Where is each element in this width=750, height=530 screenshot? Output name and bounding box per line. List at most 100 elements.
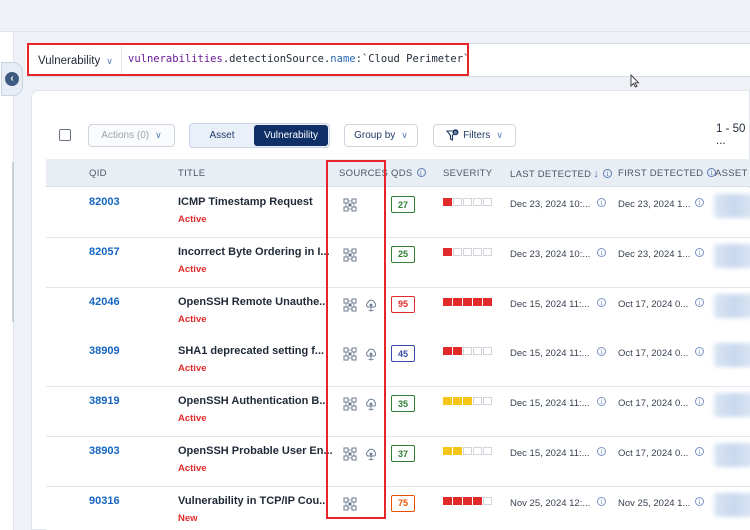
info-icon[interactable]: i (597, 447, 606, 456)
severity-segment (443, 397, 452, 406)
table-row[interactable]: 82003 ICMP Timestamp Request Active 27 Dec 2… (46, 188, 750, 238)
severity-bar (443, 297, 492, 306)
rail-scrollbar[interactable] (12, 162, 14, 322)
vulnerability-title[interactable]: Vulnerability in TCP/IP Cou... (178, 495, 328, 507)
qid-link[interactable]: 38909 (89, 345, 120, 357)
column-header-qds[interactable]: QDS i (391, 168, 426, 179)
info-icon[interactable]: i (695, 297, 704, 307)
table-row[interactable]: 38919 OpenSSH Authentication B... Active 35… (46, 387, 750, 438)
asset-name-redacted[interactable] (714, 393, 750, 418)
asset-name-redacted[interactable] (714, 443, 750, 467)
asset-tab[interactable]: Asset (190, 124, 254, 147)
asset-name-redacted[interactable] (714, 492, 750, 517)
info-icon[interactable]: i (597, 198, 606, 207)
severity-bar (443, 198, 492, 206)
vulnerability-title[interactable]: Incorrect Byte Ordering in I... (178, 246, 330, 258)
collapse-sidebar-button[interactable]: ‹ (1, 62, 23, 96)
qds-score-badge: 27 (391, 196, 415, 213)
status-label: Active (178, 214, 207, 225)
column-header-last-detected[interactable]: LAST DETECTED ↓ i (510, 168, 613, 180)
info-icon[interactable]: i (695, 496, 704, 506)
chevron-down-icon: ∨ (496, 130, 503, 140)
info-icon[interactable]: i (597, 297, 606, 307)
status-label: Active (178, 313, 207, 325)
severity-segment (453, 496, 462, 505)
table-row[interactable]: 38909 SHA1 deprecated setting f... Active 4… (46, 337, 750, 388)
qid-link[interactable]: 38903 (89, 445, 120, 457)
severity-segment (453, 447, 462, 455)
severity-bar (443, 397, 492, 406)
severity-segment (463, 397, 472, 406)
column-header-first-detected[interactable]: FIRST DETECTED i (618, 168, 717, 179)
info-icon[interactable]: i (597, 247, 606, 257)
severity-segment (443, 447, 452, 455)
column-header-qds-label: QDS (391, 168, 413, 179)
last-detected-date: Nov 25, 2024 12:... (510, 497, 591, 509)
table-row[interactable]: 90316 Vulnerability in TCP/IP Cou... New 75… (46, 486, 750, 530)
vulnerability-title[interactable]: SHA1 deprecated setting f... (178, 345, 324, 357)
info-icon[interactable]: i (597, 496, 606, 506)
qds-score-badge: 35 (391, 395, 415, 413)
info-icon[interactable]: i (695, 447, 704, 456)
asset-name-redacted[interactable] (714, 243, 750, 268)
chevron-down-icon: ∨ (401, 130, 408, 140)
first-detected-date: Dec 23, 2024 1... (618, 199, 691, 210)
table-row[interactable]: 42046 OpenSSH Remote Unauthe... Active 95 De… (46, 287, 750, 338)
severity-segment (473, 297, 482, 306)
qid-link[interactable]: 82057 (89, 246, 120, 258)
first-detected-date: Oct 17, 2024 0... (618, 348, 689, 360)
info-icon[interactable]: i (695, 198, 704, 207)
vulnerability-title[interactable]: OpenSSH Remote Unauthe... (178, 296, 328, 308)
actions-button[interactable]: Actions (0) ∨ (88, 124, 175, 147)
vulnerability-tab[interactable]: Vulnerability (254, 125, 328, 146)
filters-button[interactable]: 5 Filters ∨ (433, 124, 516, 147)
status-label: New (178, 512, 198, 524)
status-label: Active (178, 363, 207, 375)
query-highlight-box (27, 43, 469, 76)
sort-down-arrow-icon: ↓ (593, 168, 600, 180)
select-all-checkbox[interactable] (59, 129, 71, 141)
actions-label: Actions (0) (101, 130, 150, 141)
first-detected-date: Oct 17, 2024 0... (618, 398, 689, 410)
severity-segment (453, 347, 462, 356)
status-label: Active (178, 413, 207, 425)
severity-segment (463, 447, 472, 455)
severity-bar (443, 447, 492, 455)
severity-segment (483, 347, 492, 356)
severity-bar (443, 496, 492, 505)
qid-link[interactable]: 90316 (89, 495, 120, 507)
group-by-label: Group by (354, 130, 396, 141)
info-icon[interactable]: i (416, 168, 426, 177)
first-detected-date: Dec 23, 2024 1... (618, 248, 691, 260)
severity-bar (443, 347, 492, 356)
severity-segment (473, 447, 482, 455)
vulnerability-title[interactable]: ICMP Timestamp Request (178, 196, 313, 208)
table-row[interactable]: 38903 OpenSSH Probable User En... Active 37… (46, 437, 750, 487)
info-icon[interactable]: i (597, 347, 606, 357)
column-header-title[interactable]: TITLE (178, 168, 205, 179)
asset-name-redacted[interactable] (714, 343, 750, 368)
sources-highlight-box (326, 160, 386, 519)
severity-segment (463, 247, 472, 256)
group-by-button[interactable]: Group by ∨ (344, 124, 418, 147)
table-row[interactable]: 82057 Incorrect Byte Ordering in I... Acti… (46, 237, 750, 288)
severity-segment (473, 397, 482, 406)
column-header-qid[interactable]: QID (89, 168, 107, 179)
info-icon[interactable]: i (695, 247, 704, 257)
info-icon[interactable]: i (695, 397, 704, 407)
qid-link[interactable]: 38919 (89, 395, 120, 407)
column-header-asset[interactable]: ASSET (715, 168, 748, 179)
severity-segment (483, 247, 492, 256)
qid-link[interactable]: 42046 (89, 296, 120, 308)
info-icon[interactable]: i (695, 347, 704, 357)
qds-score-badge: 95 (391, 295, 415, 313)
info-icon[interactable]: i (597, 397, 606, 407)
asset-name-redacted[interactable] (714, 194, 750, 218)
chevron-left-icon: ‹ (5, 72, 19, 86)
qid-link[interactable]: 82003 (89, 196, 120, 208)
vulnerability-title[interactable]: OpenSSH Probable User En... (178, 445, 333, 457)
asset-name-redacted[interactable] (714, 293, 750, 318)
column-header-severity[interactable]: SEVERITY (443, 168, 492, 179)
info-icon[interactable]: i (603, 169, 613, 178)
vulnerability-title[interactable]: OpenSSH Authentication B... (178, 395, 329, 407)
